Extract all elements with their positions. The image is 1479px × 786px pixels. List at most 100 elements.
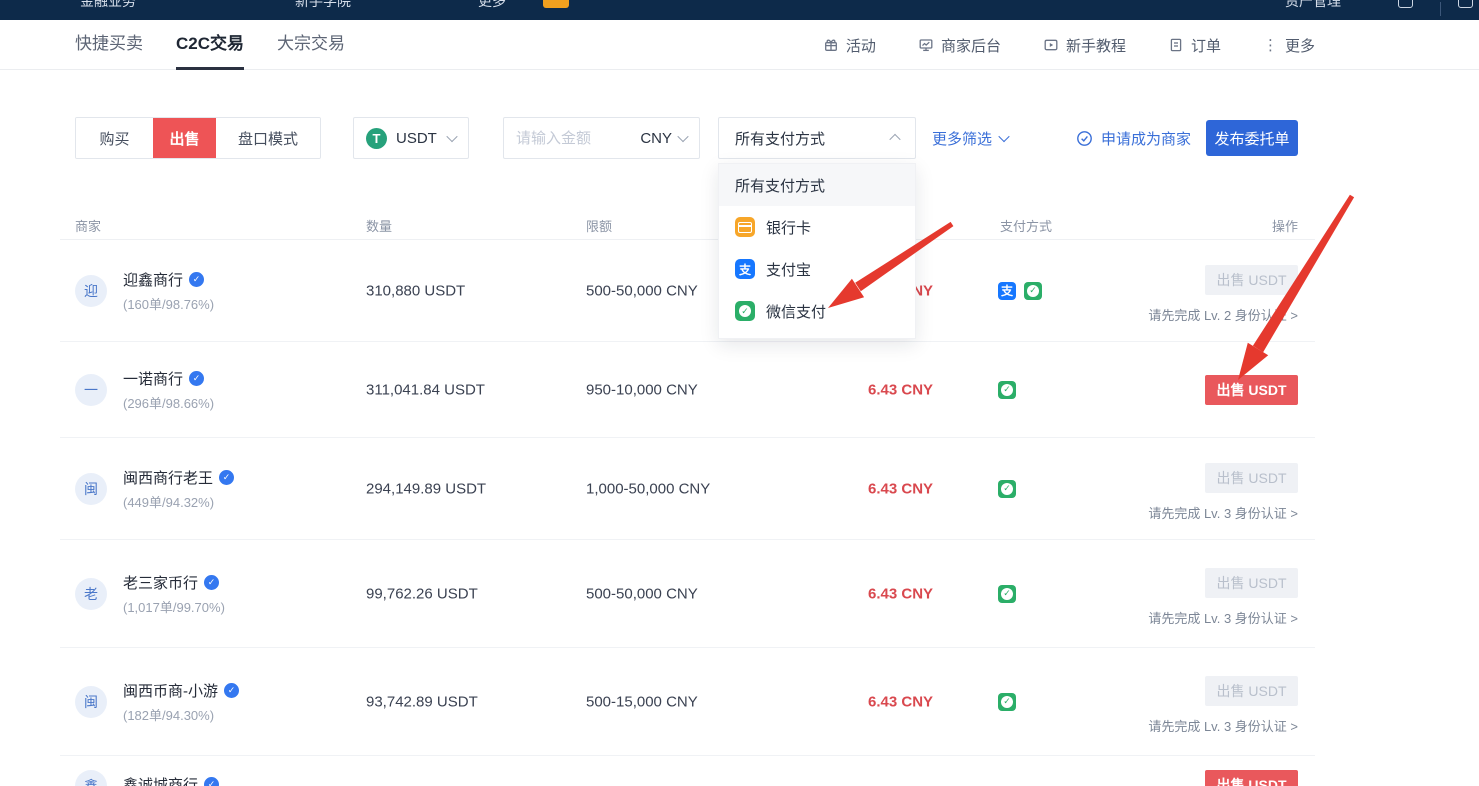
limit-cell: 500-50,000 CNY bbox=[586, 282, 698, 299]
nav-link-label: 订单 bbox=[1191, 35, 1221, 56]
limit-cell: 500-15,000 CNY bbox=[586, 693, 698, 710]
tab-quick-trade[interactable]: 快捷买卖 bbox=[75, 20, 143, 70]
dropdown-option-微信支付[interactable]: ✓ 微信支付 bbox=[719, 290, 915, 332]
post-order-button[interactable]: 发布委托单 bbox=[1206, 120, 1298, 156]
user-icon[interactable] bbox=[1458, 0, 1473, 8]
amount-input[interactable] bbox=[516, 130, 634, 147]
trade-tab-购买[interactable]: 购买 bbox=[76, 118, 153, 158]
amount-cell: 93,742.89 USDT bbox=[366, 693, 478, 710]
nav-link-活动[interactable]: 活动 bbox=[823, 35, 876, 56]
merchant-info: 一诺商行✓(296单/98.66%) bbox=[123, 368, 214, 412]
trade-tab-出售[interactable]: 出售 bbox=[153, 118, 216, 158]
avatar: 老 bbox=[75, 578, 107, 610]
merchant-name[interactable]: 一诺商行 bbox=[123, 368, 183, 389]
merchant-name[interactable]: 老三家币行 bbox=[123, 572, 198, 593]
merchant-stats: (160单/98.76%) bbox=[123, 294, 214, 313]
wechat-icon: ✓ bbox=[998, 693, 1016, 711]
currency-select-value[interactable]: CNY bbox=[640, 130, 672, 147]
more-filters-link[interactable]: 更多筛选 bbox=[932, 117, 1008, 159]
sell-usdt-button[interactable]: 出售 USDT bbox=[1205, 568, 1298, 598]
limit-cell: 500-50,000 CNY bbox=[586, 585, 698, 602]
wechat-bubble: ✓ bbox=[739, 305, 751, 317]
payment-method-dropdown: 所有支付方式银行卡支支付宝 ✓ 微信支付 bbox=[718, 163, 916, 339]
kyc-required-link[interactable]: 请先完成 Lv. 3 身份认证 > bbox=[1148, 503, 1298, 522]
verified-badge-icon: ✓ bbox=[189, 371, 204, 386]
merchant-stats: (449单/94.32%) bbox=[123, 492, 234, 511]
merchant-name[interactable]: 迎鑫商行 bbox=[123, 269, 183, 290]
limit-cell: 950-10,000 CNY bbox=[586, 381, 698, 398]
nav-link-label: 商家后台 bbox=[941, 35, 1001, 56]
nav-link-更多[interactable]: ⋮更多 bbox=[1263, 35, 1315, 56]
tab-c2c-trade[interactable]: C2C交易 bbox=[176, 20, 244, 70]
c2c-trading-page: 金融业务 新手学院 更多 资产管理 快捷买卖 C2C交易大宗交易 活动 商家后台 新手… bbox=[0, 0, 1479, 786]
merchant-name[interactable]: 闽西币商-小游 bbox=[123, 680, 218, 701]
sell-usdt-button[interactable]: 出售 USDT bbox=[1205, 463, 1298, 493]
column-header-商家: 商家 bbox=[75, 216, 101, 235]
price-cell: 6.43 CNY bbox=[868, 693, 933, 710]
payment-select-value: 所有支付方式 bbox=[735, 128, 825, 149]
become-merchant-link[interactable]: 申请成为商家 bbox=[1076, 117, 1191, 159]
price-cell: 6.43 CNY bbox=[868, 381, 933, 398]
coin-select[interactable]: T USDT bbox=[353, 117, 469, 159]
amount-cell: 310,880 USDT bbox=[366, 282, 465, 299]
sell-usdt-button[interactable]: 出售 USDT bbox=[1205, 375, 1298, 405]
sell-usdt-button[interactable]: 出售 USDT bbox=[1205, 770, 1298, 786]
merchant-name[interactable]: 鑫诚城商行 bbox=[123, 774, 198, 786]
topbar-divider bbox=[1440, 2, 1441, 16]
dots-icon: ⋮ bbox=[1263, 36, 1278, 54]
amount-cell: 99,762.26 USDT bbox=[366, 585, 478, 602]
column-header-数量: 数量 bbox=[366, 216, 392, 235]
topbar-item-assets[interactable]: 资产管理 bbox=[1285, 0, 1341, 11]
trade-tab-盘口模式[interactable]: 盘口模式 bbox=[216, 118, 320, 158]
orders-icon[interactable] bbox=[1398, 0, 1413, 8]
payment-methods: ✓ bbox=[998, 693, 1016, 711]
nav-link-label: 活动 bbox=[846, 35, 876, 56]
nav-link-label: 新手教程 bbox=[1066, 35, 1126, 56]
more-filters-label: 更多筛选 bbox=[932, 128, 992, 149]
trade-mode-tabs: 快捷买卖 C2C交易大宗交易 bbox=[75, 20, 345, 70]
kyc-required-link[interactable]: 请先完成 Lv. 3 身份认证 > bbox=[1148, 608, 1298, 627]
play-icon bbox=[1043, 37, 1059, 53]
topbar-item-academy[interactable]: 新手学院 bbox=[295, 0, 351, 11]
top-navigation-bar: 金融业务 新手学院 更多 资产管理 bbox=[0, 0, 1479, 20]
merchant-stats: (182单/94.30%) bbox=[123, 705, 239, 724]
wechat-bubble: ✓ bbox=[1027, 285, 1039, 297]
nav-link-商家后台[interactable]: 商家后台 bbox=[918, 35, 1001, 56]
payment-methods: ✓ bbox=[998, 480, 1016, 498]
topbar-item-finance[interactable]: 金融业务 bbox=[80, 0, 136, 11]
payment-methods: ✓ bbox=[998, 381, 1016, 399]
monitor-icon bbox=[918, 37, 934, 53]
wechat-bubble: ✓ bbox=[1001, 483, 1013, 495]
kyc-required-link[interactable]: 请先完成 Lv. 2 身份认证 > bbox=[1148, 305, 1298, 324]
sell-usdt-button[interactable]: 出售 USDT bbox=[1205, 676, 1298, 706]
tab-block-trade[interactable]: 大宗交易 bbox=[277, 20, 345, 70]
avatar: 鑫 bbox=[75, 770, 107, 786]
kyc-required-link[interactable]: 请先完成 Lv. 3 身份认证 > bbox=[1148, 716, 1298, 735]
dropdown-option-银行卡[interactable]: 银行卡 bbox=[719, 206, 915, 248]
tether-icon: T bbox=[366, 128, 387, 149]
merchant-name[interactable]: 闽西商行老王 bbox=[123, 467, 213, 488]
table-row: 老老三家币行✓(1,017单/99.70%)99,762.26 USDT500-… bbox=[60, 540, 1315, 648]
amount-cell: 311,041.84 USDT bbox=[366, 381, 485, 398]
payment-method-select[interactable]: 所有支付方式 bbox=[718, 117, 916, 159]
dropdown-option-label: 微信支付 bbox=[766, 301, 826, 322]
merchant-info: 老三家币行✓(1,017单/99.70%) bbox=[123, 572, 225, 616]
verified-badge-icon: ✓ bbox=[204, 777, 219, 786]
merchant-name-line: 闽西商行老王✓ bbox=[123, 467, 234, 488]
avatar: 闽 bbox=[75, 473, 107, 505]
topbar-item-more[interactable]: 更多 bbox=[478, 0, 506, 11]
limit-cell: 1,000-50,000 CNY bbox=[586, 480, 710, 497]
wechat-icon: ✓ bbox=[998, 480, 1016, 498]
new-badge bbox=[543, 0, 569, 8]
wechat-bubble: ✓ bbox=[1001, 588, 1013, 600]
nav-link-新手教程[interactable]: 新手教程 bbox=[1043, 35, 1126, 56]
nav-link-订单[interactable]: 订单 bbox=[1168, 35, 1221, 56]
nav-utility-links: 活动 商家后台 新手教程 订单 ⋮更多 bbox=[823, 20, 1315, 70]
sell-usdt-button[interactable]: 出售 USDT bbox=[1205, 265, 1298, 295]
price-cell: 6.43 CNY bbox=[868, 480, 933, 497]
verified-badge-icon: ✓ bbox=[204, 575, 219, 590]
dropdown-option-所有支付方式[interactable]: 所有支付方式 bbox=[719, 164, 915, 206]
amount-filter: CNY bbox=[503, 117, 700, 159]
dropdown-option-支付宝[interactable]: 支支付宝 bbox=[719, 248, 915, 290]
table-row: 闽闽西币商-小游✓(182单/94.30%)93,742.89 USDT500-… bbox=[60, 648, 1315, 756]
